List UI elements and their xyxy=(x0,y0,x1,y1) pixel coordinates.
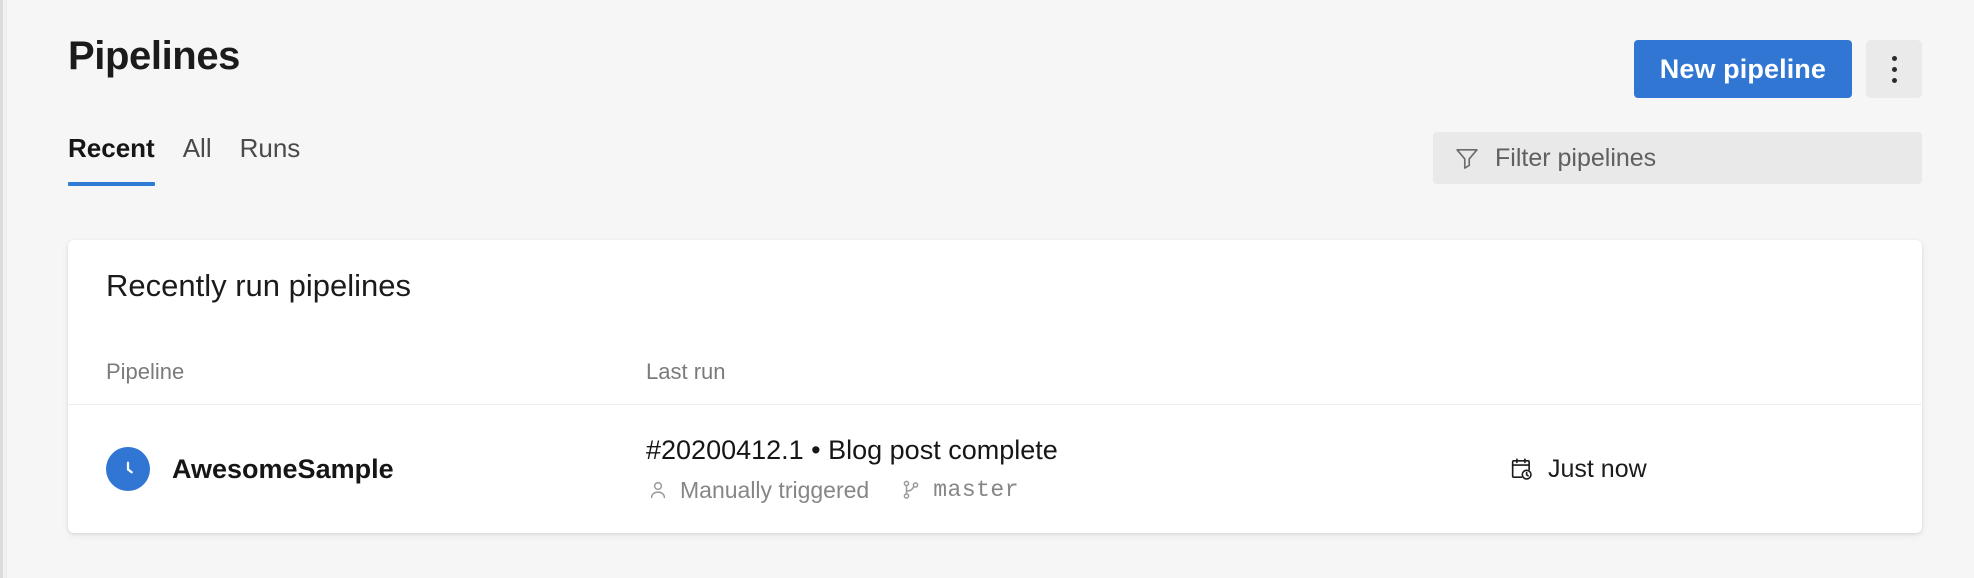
tab-all[interactable]: All xyxy=(169,128,226,186)
tab-list: Recent All Runs xyxy=(68,128,314,186)
kebab-menu-icon xyxy=(1891,55,1897,61)
cell-last-run-time: Just now xyxy=(1508,405,1647,533)
person-icon xyxy=(646,478,670,502)
tab-runs[interactable]: Runs xyxy=(226,128,315,186)
clock-icon xyxy=(106,447,150,491)
trigger-text: Manually triggered xyxy=(680,477,870,503)
cell-last-run: #20200412.1 • Blog post complete Manuall… xyxy=(646,405,1058,533)
tab-active-indicator xyxy=(68,182,155,186)
tab-all-label: All xyxy=(182,133,212,163)
table-row[interactable]: AwesomeSample #20200412.1 • Blog post co… xyxy=(68,405,1922,533)
tab-runs-label: Runs xyxy=(239,133,301,163)
kebab-menu-icon-dot-3 xyxy=(1891,77,1897,83)
column-header-pipeline: Pipeline xyxy=(106,359,185,384)
card-title: Recently run pipelines xyxy=(106,268,412,303)
branch-name[interactable]: master xyxy=(933,476,1019,504)
tab-recent[interactable]: Recent xyxy=(68,128,169,186)
calendar-clock-icon xyxy=(1508,456,1534,482)
sidebar-edge-gap xyxy=(3,0,7,578)
page-title: Pipelines xyxy=(68,34,241,78)
run-meta: Manually triggered master xyxy=(646,476,1058,504)
page-header: Pipelines New pipeline xyxy=(68,30,1922,98)
cell-pipeline: AwesomeSample xyxy=(106,405,394,533)
run-title[interactable]: #20200412.1 • Blog post complete xyxy=(646,434,1058,466)
header-actions: New pipeline xyxy=(1633,40,1922,98)
column-header-last-run: Last run xyxy=(646,359,726,384)
more-actions-button[interactable] xyxy=(1866,40,1922,98)
pipeline-name[interactable]: AwesomeSample xyxy=(172,454,394,485)
filter-pipelines-input[interactable]: Filter pipelines xyxy=(1433,132,1922,184)
new-pipeline-button[interactable]: New pipeline xyxy=(1633,40,1852,98)
recent-pipelines-card: Recently run pipelines Pipeline Last run… xyxy=(68,240,1922,533)
filter-funnel-icon xyxy=(1453,144,1481,172)
table-header-row: Pipeline Last run xyxy=(68,358,1922,405)
branch-icon xyxy=(899,478,923,502)
subnav: Recent All Runs Filter pipelines xyxy=(68,128,1922,200)
filter-pipelines-placeholder: Filter pipelines xyxy=(1495,143,1657,172)
kebab-menu-icon-dot-2 xyxy=(1891,66,1897,72)
pipelines-page: Pipelines New pipeline Recent All Runs F… xyxy=(0,0,1974,578)
last-run-time-text: Just now xyxy=(1548,454,1647,483)
tab-recent-label: Recent xyxy=(68,133,155,163)
